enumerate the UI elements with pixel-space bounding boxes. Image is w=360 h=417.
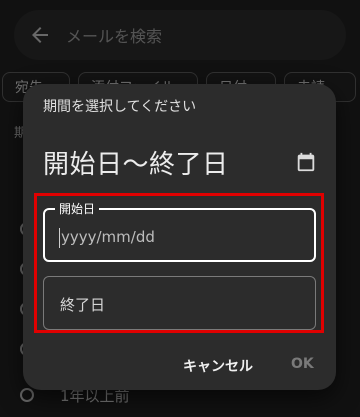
end-date-field[interactable]: 終了日 [43,276,316,330]
start-date-placeholder: yyyy/mm/dd [61,228,155,246]
calendar-icon[interactable] [295,151,317,173]
date-range-title: 開始日～終了日 [43,150,229,180]
ok-button[interactable]: OK [291,356,314,372]
start-date-label: 開始日 [55,200,100,217]
cancel-button[interactable]: キャンセル [183,356,253,376]
start-date-field[interactable]: 開始日 yyyy/mm/dd [43,200,316,262]
text-caret [59,228,60,248]
date-range-dialog: 期間を選択してください 開始日～終了日 開始日 yyyy/mm/dd 終了日 キ… [23,84,336,390]
dialog-heading: 期間を選択してください [43,99,197,115]
end-date-placeholder: 終了日 [60,296,106,314]
